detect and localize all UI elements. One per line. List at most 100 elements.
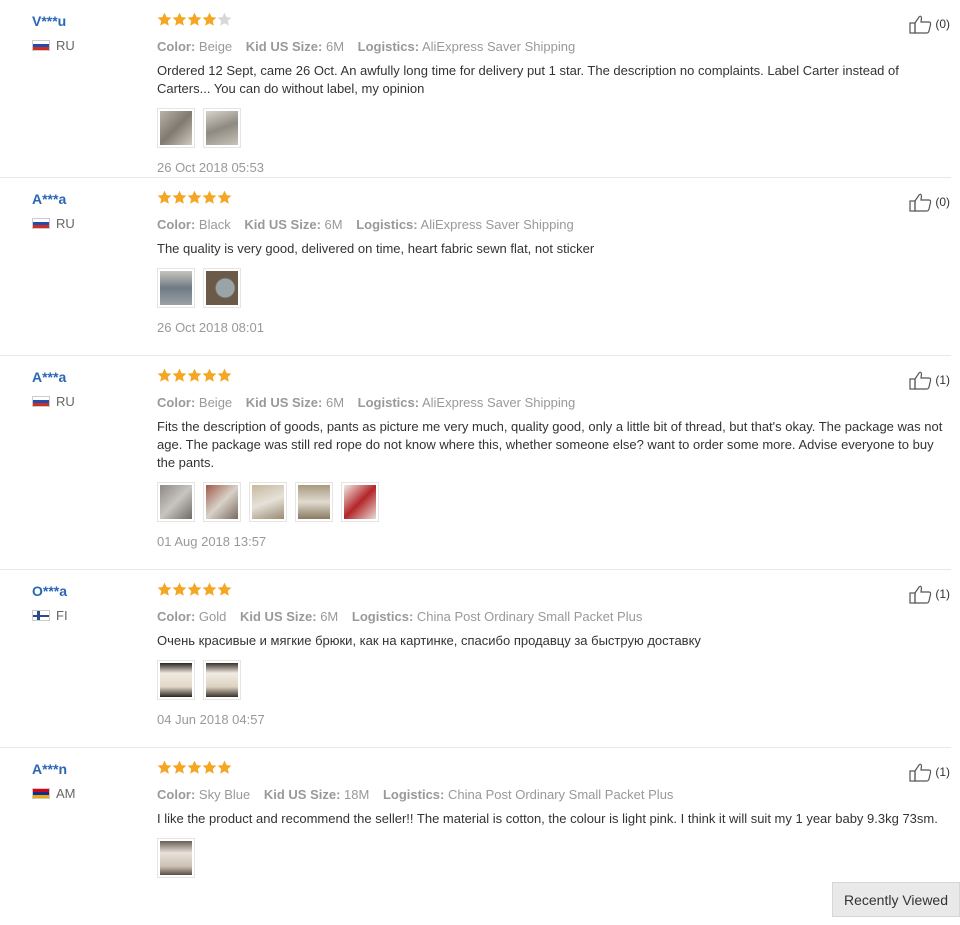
logistics-label: Logistics: [357, 395, 420, 410]
size-label: Kid US Size: [240, 609, 317, 624]
review-item: O***a FI Color: Gold Kid US Size: 6M Log… [0, 570, 951, 748]
country-code: RU [56, 394, 75, 409]
review-photo-thumbnail[interactable] [295, 482, 333, 522]
flag-ru-icon [32, 396, 50, 407]
reviewer-country: AM [32, 786, 76, 801]
review-text: I like the product and recommend the sel… [157, 811, 938, 826]
star-icon [187, 760, 202, 774]
star-rating [157, 190, 947, 208]
review-item: A***a RU Color: Black Kid US Size: 6M Lo… [0, 178, 951, 356]
star-icon [202, 190, 217, 204]
star-icon [187, 368, 202, 382]
star-icon [172, 12, 187, 26]
review-attributes: Color: Gold Kid US Size: 6M Logistics: C… [157, 608, 947, 626]
flag-ru-icon [32, 40, 50, 51]
review-body: Color: Beige Kid US Size: 6M Logistics: … [157, 12, 947, 175]
helpful-button[interactable]: (0) [909, 192, 950, 212]
reviewer-country: RU [32, 38, 75, 53]
thumbs-up-icon [909, 15, 932, 34]
logistics-label: Logistics: [351, 609, 414, 624]
star-rating [157, 582, 947, 600]
color-value: Beige [198, 39, 233, 54]
review-photo-thumbnail[interactable] [203, 268, 241, 308]
reviewer-country: FI [32, 608, 68, 623]
review-date: 01 Aug 2018 13:57 [157, 534, 267, 549]
review-photo-thumbnail[interactable] [157, 268, 195, 308]
logistics-label: Logistics: [382, 787, 445, 802]
country-code: RU [56, 216, 75, 231]
star-rating [157, 12, 947, 30]
logistics-value: AliExpress Saver Shipping [420, 217, 574, 232]
review-text: Fits the description of goods, pants as … [157, 419, 943, 470]
helpful-button[interactable]: (1) [909, 762, 950, 782]
review-item: V***u RU Color: Beige Kid US Size: 6M Lo… [0, 0, 951, 178]
star-icon [217, 190, 232, 204]
star-icon [157, 190, 172, 204]
review-attributes: Color: Sky Blue Kid US Size: 18M Logisti… [157, 786, 947, 804]
size-value: 18M [344, 787, 370, 802]
review-photo-thumbnail[interactable] [157, 108, 195, 148]
star-rating [157, 368, 947, 386]
review-photo-thumbnail[interactable] [203, 108, 241, 148]
star-icon [187, 582, 202, 596]
reviewer-info: V***u RU [32, 12, 75, 53]
color-label: Color: [157, 395, 196, 410]
review-body: Color: Beige Kid US Size: 6M Logistics: … [157, 368, 947, 549]
country-code: AM [56, 786, 76, 801]
size-value: 6M [324, 217, 343, 232]
review-photo-thumbnail[interactable] [157, 660, 195, 700]
review-photo-thumbnail[interactable] [203, 660, 241, 700]
reviewer-name: V***u [32, 13, 67, 29]
reviewer-country: RU [32, 394, 75, 409]
size-label: Kid US Size: [263, 787, 341, 802]
review-date: 26 Oct 2018 08:01 [157, 320, 264, 335]
reviewer-info: A***a RU [32, 190, 75, 231]
star-icon [187, 190, 202, 204]
star-icon [202, 760, 217, 774]
logistics-value: AliExpress Saver Shipping [421, 39, 576, 54]
review-date: 26 Oct 2018 05:53 [157, 160, 264, 175]
review-text: Ordered 12 Sept, came 26 Oct. An awfully… [157, 63, 899, 96]
color-label: Color: [157, 217, 196, 232]
review-photo-thumbnail[interactable] [157, 838, 195, 878]
helpful-count: (1) [935, 373, 950, 387]
size-label: Kid US Size: [245, 395, 323, 410]
reviewer-name: A***a [32, 191, 67, 207]
review-photo-thumbnail[interactable] [249, 482, 287, 522]
reviewer-info: O***a FI [32, 582, 68, 623]
color-label: Color: [157, 787, 196, 802]
logistics-value: AliExpress Saver Shipping [421, 395, 576, 410]
review-photo-thumbnail[interactable] [203, 482, 241, 522]
color-value: Beige [198, 395, 233, 410]
helpful-count: (0) [935, 17, 950, 31]
review-item: A***n AM Color: Sky Blue Kid US Size: 18… [0, 748, 951, 925]
star-icon [172, 190, 187, 204]
recently-viewed-tab[interactable]: Recently Viewed [832, 882, 960, 917]
star-icon [172, 760, 187, 774]
star-icon [157, 582, 172, 596]
star-icon [172, 368, 187, 382]
review-attributes: Color: Black Kid US Size: 6M Logistics: … [157, 216, 947, 234]
review-photo-thumbnail[interactable] [341, 482, 379, 522]
star-icon [172, 582, 187, 596]
color-value: Black [198, 217, 231, 232]
reviewer-name: A***a [32, 369, 67, 385]
helpful-button[interactable]: (0) [909, 14, 950, 34]
reviewer-name: O***a [32, 583, 68, 599]
logistics-value: China Post Ordinary Small Packet Plus [416, 609, 643, 624]
country-code: FI [56, 608, 68, 623]
review-photo-thumbnail[interactable] [157, 482, 195, 522]
helpful-count: (1) [935, 587, 950, 601]
review-item: A***a RU Color: Beige Kid US Size: 6M Lo… [0, 356, 951, 570]
logistics-label: Logistics: [356, 217, 418, 232]
helpful-button[interactable]: (1) [909, 370, 950, 390]
star-icon [217, 12, 232, 26]
star-icon [202, 12, 217, 26]
review-body: Color: Black Kid US Size: 6M Logistics: … [157, 190, 947, 335]
star-icon [202, 582, 217, 596]
helpful-button[interactable]: (1) [909, 584, 950, 604]
flag-am-icon [32, 788, 50, 799]
thumbs-up-icon [909, 193, 932, 212]
reviewer-name: A***n [32, 761, 68, 777]
review-photos [157, 108, 947, 148]
